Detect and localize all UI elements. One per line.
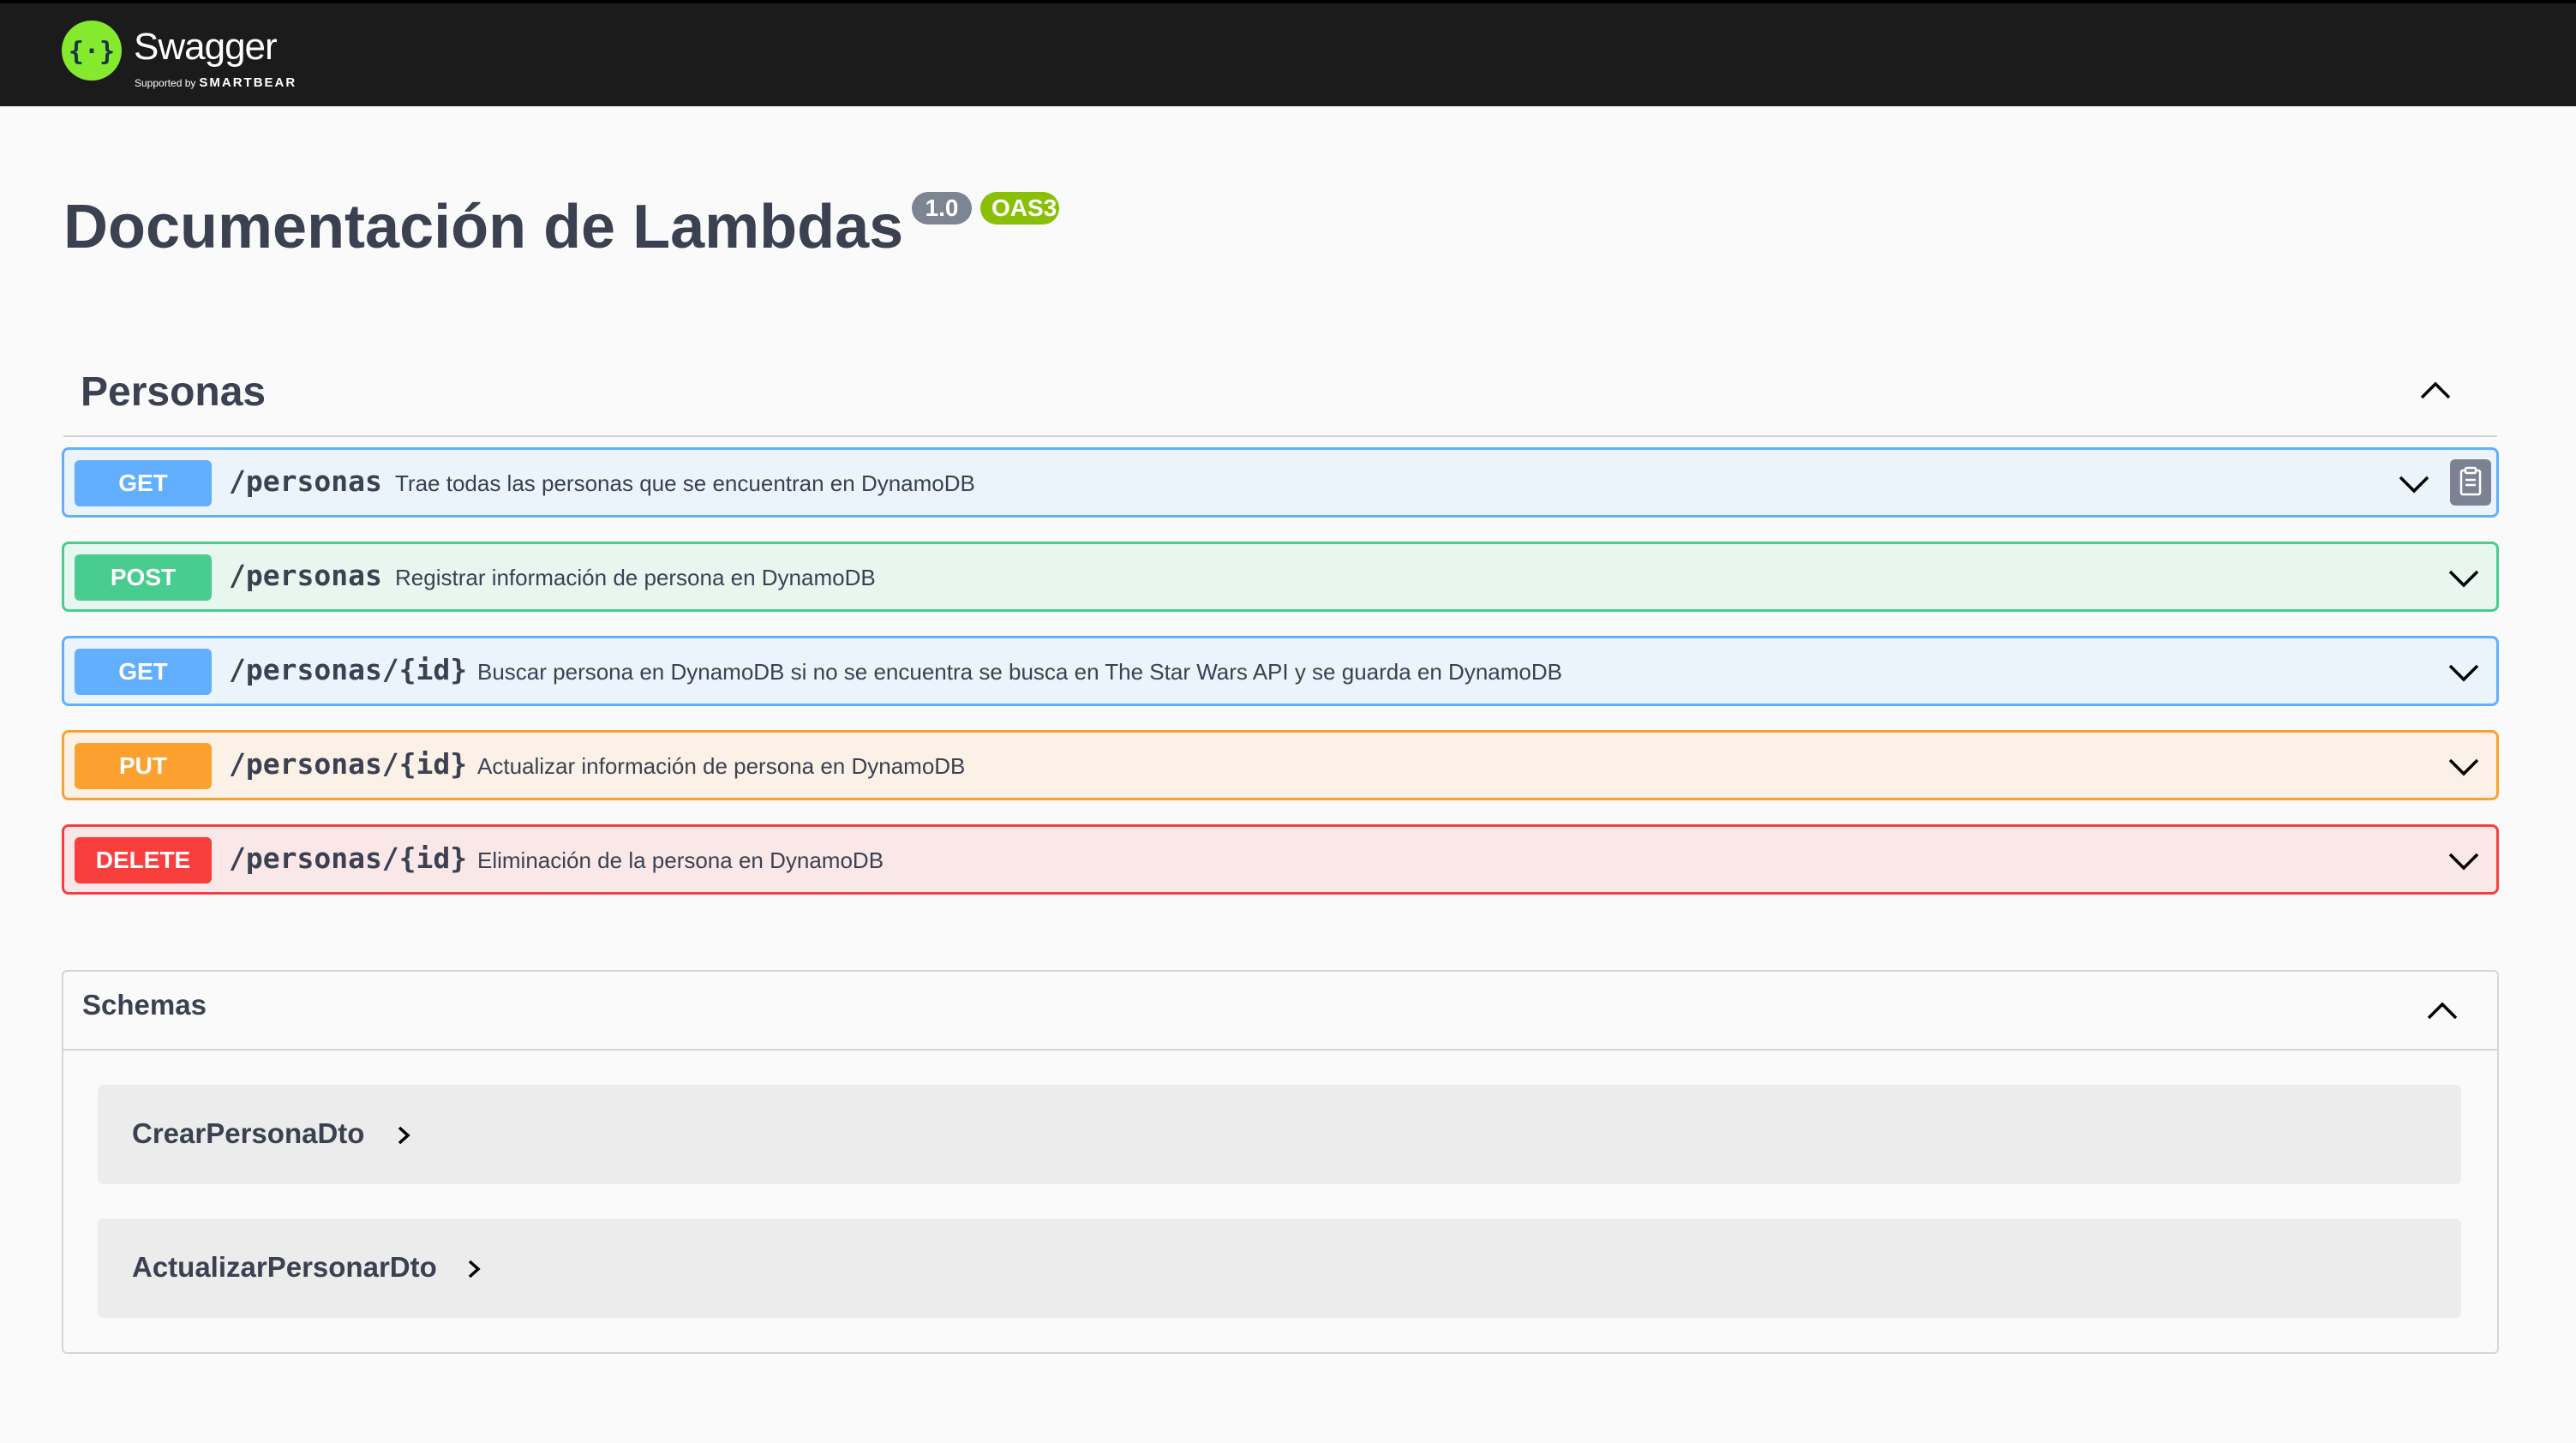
page-title: Documentación de Lambdas xyxy=(63,193,904,261)
operation-path: /personas/{id} xyxy=(229,747,468,781)
method-badge: POST xyxy=(75,554,212,601)
chevron-down-icon[interactable] xyxy=(2447,849,2481,873)
opblock-get-personas[interactable]: GET /personas Trae todas las personas qu… xyxy=(62,447,2499,518)
svg-text:{·}: {·} xyxy=(69,37,115,67)
supported-by-label: Supported by xyxy=(135,77,196,89)
model-name: CrearPersonaDto xyxy=(132,1117,365,1149)
operation-summary: Actualizar información de persona en Dyn… xyxy=(477,753,966,779)
topbar: {·} Swagger Supported by SMARTBEAR xyxy=(0,0,2576,106)
chevron-down-icon[interactable] xyxy=(2447,566,2481,590)
chevron-down-icon[interactable] xyxy=(2447,755,2481,779)
chevron-right-icon[interactable] xyxy=(464,1258,483,1280)
version-badge: 1.0 xyxy=(912,192,972,225)
chevron-up-icon[interactable] xyxy=(2418,377,2453,403)
schemas-section: Schemas CrearPersonaDto ActualizarPerson… xyxy=(62,970,2499,1354)
model-name: ActualizarPersonarDto xyxy=(132,1251,437,1283)
clipboard-icon xyxy=(2459,466,2482,496)
operation-summary: Eliminación de la persona en DynamoDB xyxy=(477,847,884,873)
operation-summary: Trae todas las personas que se encuentra… xyxy=(395,470,975,496)
schemas-title: Schemas xyxy=(82,989,207,1021)
opblock-post-personas[interactable]: POST /personas Registrar información de … xyxy=(62,542,2499,612)
brand-name[interactable]: Swagger xyxy=(134,26,278,69)
tag-section-header[interactable]: Personas xyxy=(63,351,2497,437)
schemas-header[interactable]: Schemas xyxy=(63,972,2497,1051)
chevron-down-icon[interactable] xyxy=(2397,472,2431,496)
swagger-logo-icon[interactable]: {·} xyxy=(62,21,122,81)
copy-to-clipboard-button[interactable] xyxy=(2450,459,2491,506)
opblock-get-persona-by-id[interactable]: GET /personas/{id} Buscar persona en Dyn… xyxy=(62,636,2499,706)
operation-path: /personas/{id} xyxy=(229,653,468,686)
method-badge: GET xyxy=(75,460,212,506)
model-crear-persona-dto[interactable]: CrearPersonaDto xyxy=(98,1085,2461,1184)
operation-path: /personas/{id} xyxy=(229,841,468,875)
method-badge: PUT xyxy=(75,743,212,789)
company-label: SMARTBEAR xyxy=(199,75,297,90)
chevron-down-icon[interactable] xyxy=(2447,661,2481,685)
operation-path: /personas xyxy=(229,464,382,498)
oas-badge: OAS3 xyxy=(980,192,1059,225)
opblock-delete-persona[interactable]: DELETE /personas/{id} Eliminación de la … xyxy=(62,824,2499,895)
model-actualizar-personar-dto[interactable]: ActualizarPersonarDto xyxy=(98,1218,2461,1318)
method-badge: DELETE xyxy=(75,837,212,883)
opblock-put-persona[interactable]: PUT /personas/{id} Actualizar informació… xyxy=(62,730,2499,800)
operation-summary: Registrar información de persona en Dyna… xyxy=(395,565,876,590)
operation-path: /personas xyxy=(229,559,382,592)
chevron-up-icon[interactable] xyxy=(2425,997,2459,1023)
method-badge: GET xyxy=(75,649,212,695)
operation-summary: Buscar persona en DynamoDB si no se encu… xyxy=(477,659,1562,685)
brand-sub: Supported by SMARTBEAR xyxy=(135,75,297,90)
tag-name: Personas xyxy=(81,369,267,415)
chevron-right-icon[interactable] xyxy=(394,1124,413,1147)
